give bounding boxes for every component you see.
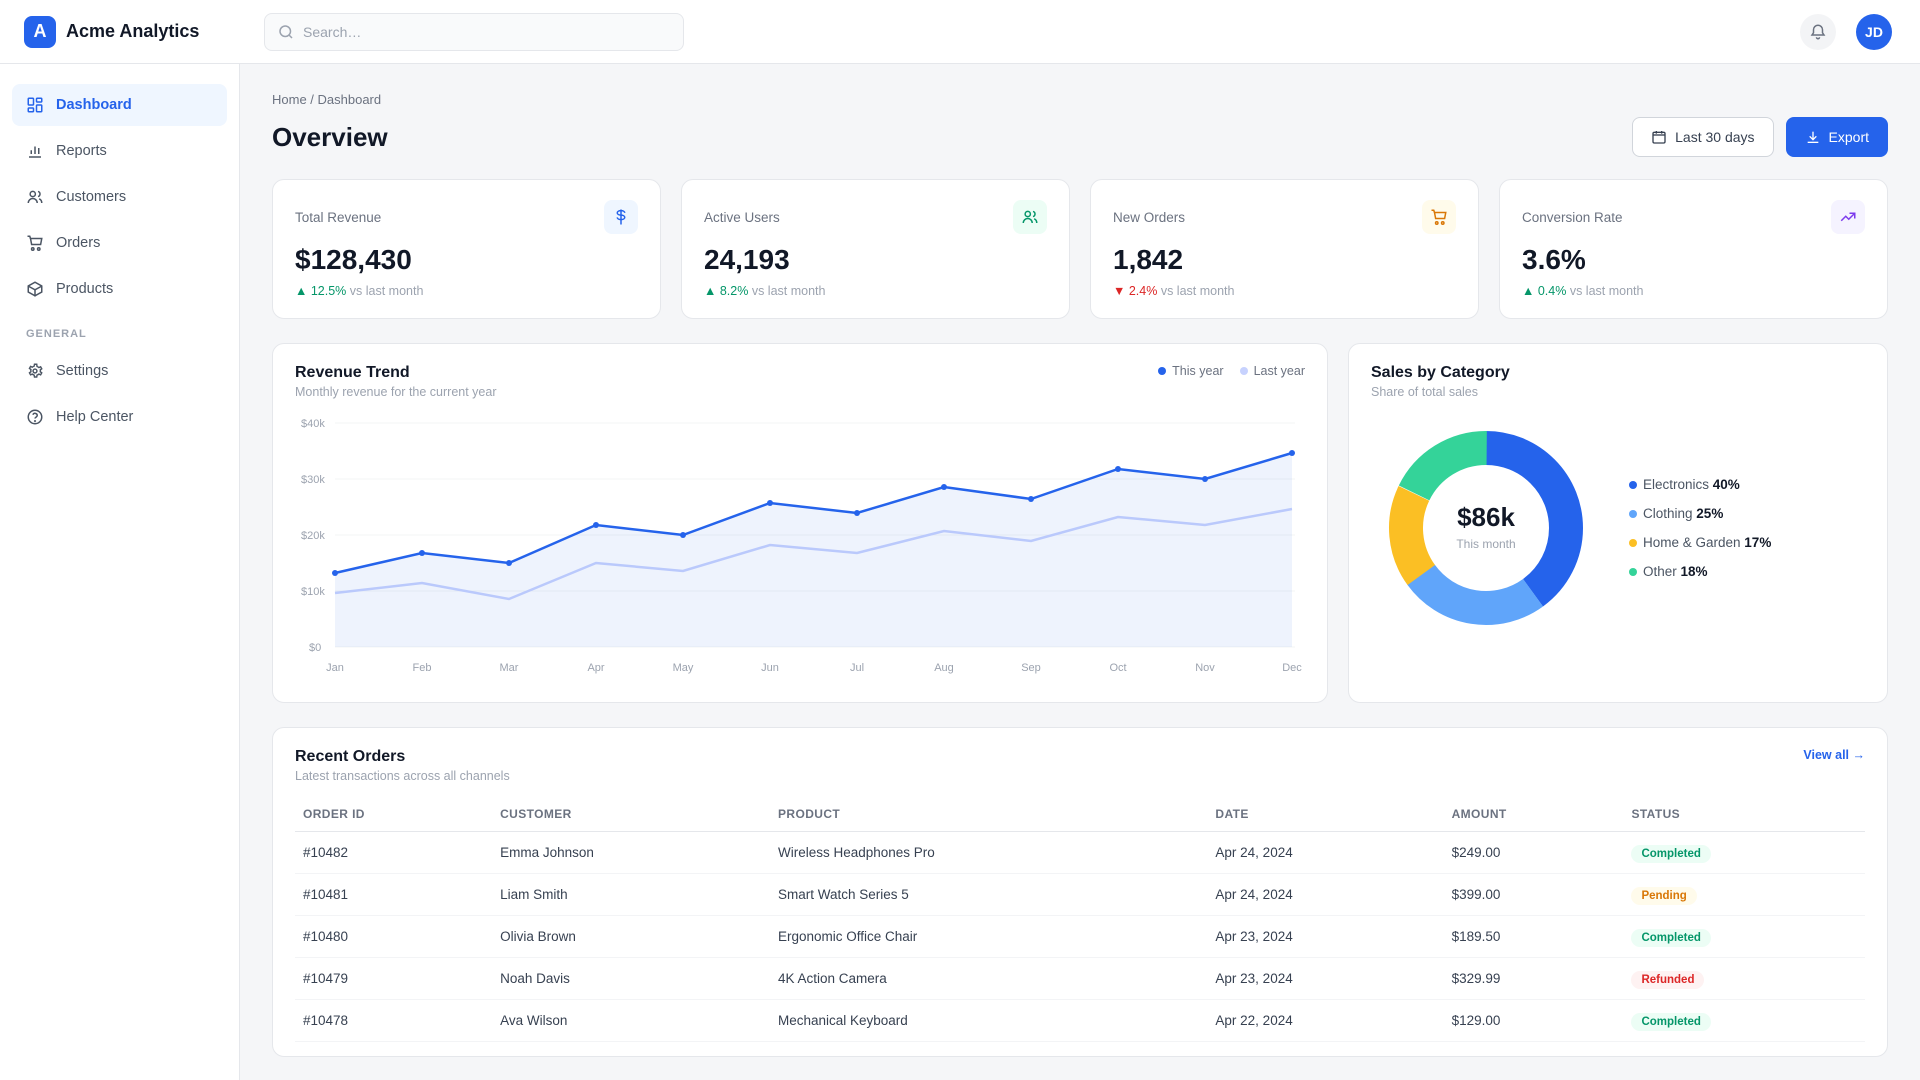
svg-text:Dec: Dec — [1282, 662, 1302, 674]
svg-text:Feb: Feb — [413, 662, 432, 674]
svg-text:$0: $0 — [309, 642, 321, 654]
svg-text:Apr: Apr — [587, 662, 604, 674]
svg-text:Jun: Jun — [761, 662, 779, 674]
svg-text:Jul: Jul — [850, 662, 864, 674]
svg-text:$40k: $40k — [301, 418, 325, 430]
svg-text:Sep: Sep — [1021, 662, 1041, 674]
svg-text:May: May — [673, 662, 694, 674]
svg-text:Aug: Aug — [934, 662, 954, 674]
svg-text:$10k: $10k — [301, 586, 325, 598]
svg-text:$30k: $30k — [301, 474, 325, 486]
svg-text:Mar: Mar — [500, 662, 519, 674]
svg-text:$20k: $20k — [301, 530, 325, 542]
svg-text:$86k: $86k — [1457, 502, 1515, 532]
svg-text:Jan: Jan — [326, 662, 344, 674]
svg-text:This month: This month — [1456, 537, 1515, 551]
svg-text:Nov: Nov — [1195, 662, 1215, 674]
svg-text:Oct: Oct — [1109, 662, 1126, 674]
